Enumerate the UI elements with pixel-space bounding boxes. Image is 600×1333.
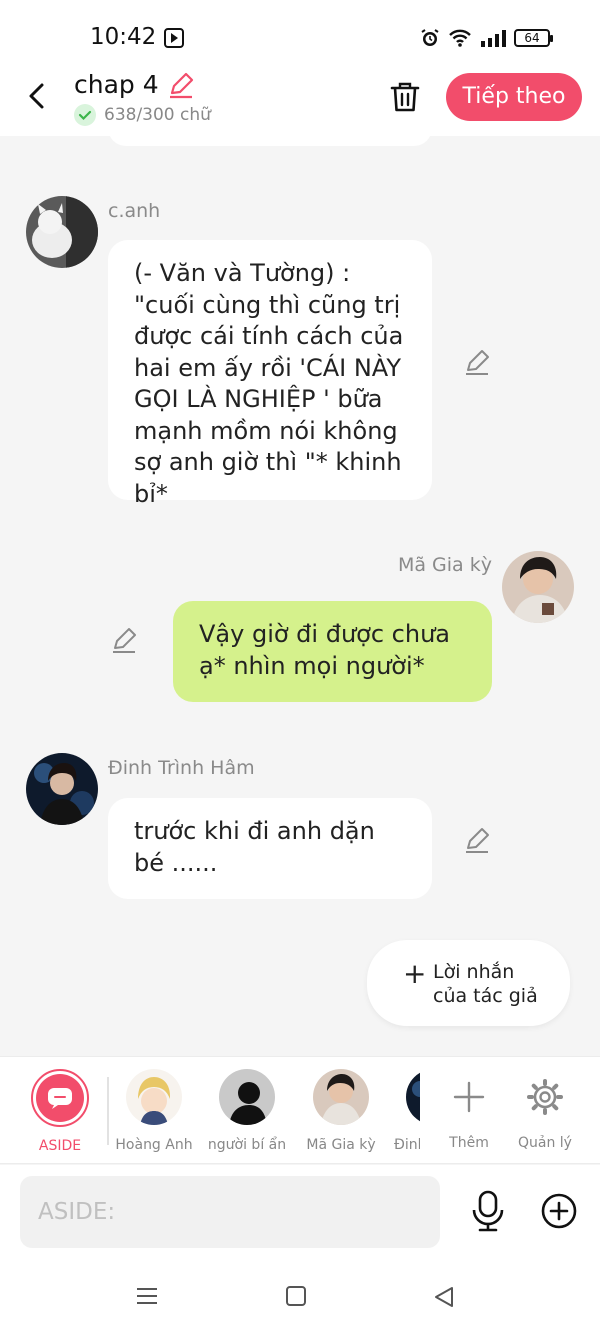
- chat-area: c.anh (- Văn và Tường) : "cuối cùng thì …: [0, 136, 600, 1056]
- character-nguoi-bi-an[interactable]: người bí ẩn: [202, 1069, 292, 1153]
- home-icon[interactable]: [286, 1286, 306, 1306]
- character-avatar: [126, 1069, 182, 1125]
- chapter-title[interactable]: chap 4: [74, 70, 159, 99]
- back-triangle-icon[interactable]: [432, 1285, 456, 1309]
- message-bubble[interactable]: Vậy giờ đi được chưa ạ* nhìn mọi người*: [173, 601, 492, 702]
- word-count-row: 638/300 chữ: [74, 104, 211, 126]
- author-note-button[interactable]: + Lời nhắn của tác giả: [367, 940, 570, 1026]
- sender-name: Đinh Trình Hâm: [108, 757, 255, 779]
- status-icons: 64: [420, 26, 553, 50]
- character-avatar: [406, 1069, 420, 1125]
- message-input[interactable]: [20, 1176, 440, 1248]
- character-label: Mã Gia kỳ: [306, 1137, 376, 1153]
- edit-title-icon[interactable]: [167, 71, 195, 99]
- alarm-icon: [421, 29, 439, 46]
- system-navigation-bar: [0, 1260, 600, 1333]
- composer: [0, 1165, 600, 1260]
- chapter-header: chap 4 638/300 chữ Tiếp theo: [0, 70, 600, 136]
- status-bar: 10:42 64: [0, 0, 600, 70]
- previous-message-bubble: [108, 136, 432, 146]
- check-circle-icon: [74, 104, 96, 126]
- character-label: người bí ẩn: [207, 1137, 287, 1153]
- plus-icon: [453, 1081, 485, 1113]
- word-count: 638/300 chữ: [104, 105, 211, 125]
- manage-label: Quản lý: [518, 1135, 572, 1151]
- title-row: chap 4: [74, 70, 195, 99]
- chat-bubble-icon: [48, 1088, 72, 1109]
- plus-icon: +: [403, 957, 427, 990]
- status-time: 10:42: [90, 24, 157, 50]
- aside-avatar: [31, 1069, 89, 1127]
- avatar-c-anh[interactable]: [26, 196, 98, 268]
- message-bubble[interactable]: trước khi đi anh dặn bé ......: [108, 798, 432, 899]
- trash-icon[interactable]: [388, 80, 422, 114]
- add-circle-icon[interactable]: [540, 1192, 578, 1230]
- character-label: ASIDE: [38, 1138, 82, 1154]
- avatar-ma-gia-ky[interactable]: [502, 551, 574, 623]
- back-arrow-icon[interactable]: [24, 82, 50, 110]
- character-avatar: [219, 1069, 275, 1125]
- menu-icon[interactable]: [136, 1286, 158, 1306]
- next-button[interactable]: Tiếp theo: [446, 73, 582, 121]
- character-label: Hoàng Anh: [115, 1137, 193, 1153]
- character-avatar: [313, 1069, 369, 1125]
- signal-icon: [481, 30, 506, 47]
- microphone-icon[interactable]: [470, 1190, 506, 1232]
- character-aside[interactable]: ASIDE: [15, 1069, 105, 1154]
- character-hoang-anh[interactable]: Hoàng Anh: [109, 1069, 199, 1153]
- character-label: Đinh: [394, 1137, 420, 1153]
- avatar-dinh-trinh-ham[interactable]: [26, 753, 98, 825]
- sender-name: c.anh: [108, 200, 161, 222]
- sender-name: Mã Gia kỳ: [397, 554, 492, 576]
- wifi-icon: [449, 29, 471, 47]
- edit-message-icon[interactable]: [110, 626, 138, 654]
- battery-icon: 64: [514, 29, 553, 47]
- manage-characters-button[interactable]: Quản lý: [500, 1069, 590, 1151]
- edit-message-icon[interactable]: [463, 826, 491, 854]
- character-dinh[interactable]: Đinh: [390, 1069, 420, 1153]
- character-bar: ASIDE Hoàng Anh người bí ẩn Mã Gia kỳ Đi…: [0, 1056, 600, 1164]
- message-bubble[interactable]: (- Văn và Tường) : "cuối cùng thì cũng t…: [108, 240, 432, 508]
- media-notification-icon: [164, 28, 184, 48]
- edit-message-icon[interactable]: [463, 348, 491, 376]
- character-ma-gia-ky[interactable]: Mã Gia kỳ: [296, 1069, 386, 1153]
- gear-icon: [527, 1079, 563, 1115]
- author-note-label: Lời nhắn của tác giả: [433, 961, 538, 1007]
